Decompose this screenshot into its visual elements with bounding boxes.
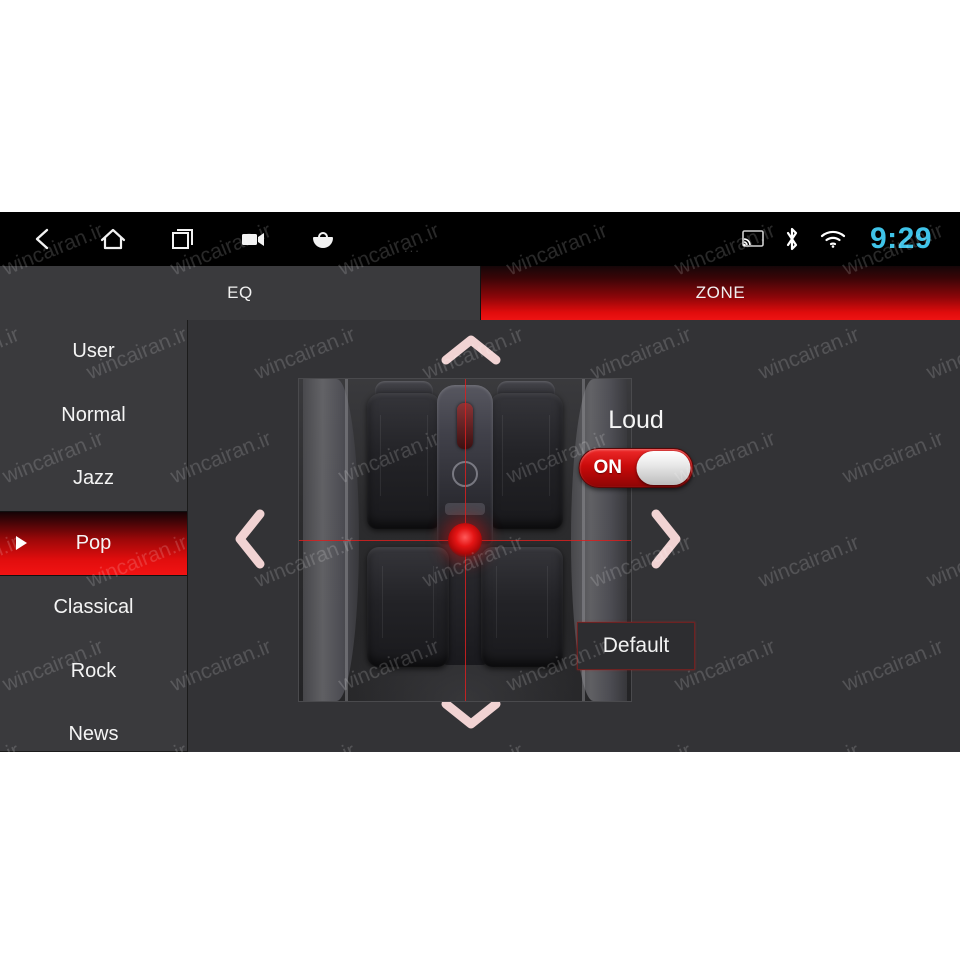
tab-zone[interactable]: ZONE: [481, 266, 960, 320]
watermark-text: wincairan.ir: [419, 114, 527, 177]
watermark-text: wincairan.ir: [251, 114, 359, 177]
preset-item-user[interactable]: User: [0, 320, 187, 384]
preset-label: Pop: [75, 531, 112, 554]
wifi-icon: [820, 229, 846, 249]
watermark-text: wincairan.ir: [335, 842, 443, 905]
loudness-label: Loud: [608, 406, 664, 434]
apps-icon[interactable]: [306, 222, 340, 256]
watermark-text: wincairan.ir: [755, 114, 863, 177]
watermark-text: wincairan.ir: [839, 842, 947, 905]
tab-eq[interactable]: EQ: [0, 266, 481, 320]
content-area: User Normal Jazz Pop Classical Rock News…: [0, 320, 960, 752]
head-unit-screen: ... 9:29 EQ ZONE User Normal Jazz Pop Cl…: [0, 212, 960, 752]
back-icon[interactable]: [26, 222, 60, 256]
preset-item-classical[interactable]: Classical: [0, 576, 187, 640]
eq-preset-list: User Normal Jazz Pop Classical Rock News: [0, 320, 188, 752]
home-icon[interactable]: [96, 222, 130, 256]
preset-item-news[interactable]: News: [0, 703, 187, 752]
zone-controls: Loud ON Default: [500, 320, 772, 752]
video-icon[interactable]: [236, 222, 270, 256]
watermark-text: wincairan.ir: [0, 114, 23, 177]
loudness-state-text: ON: [593, 457, 623, 478]
watermark-text: wincairan.ir: [671, 842, 779, 905]
recents-icon[interactable]: [166, 222, 200, 256]
watermark-text: wincairan.ir: [335, 10, 443, 73]
watermark-text: wincairan.ir: [503, 842, 611, 905]
watermark-text: wincairan.ir: [167, 10, 275, 73]
preset-label: Normal: [61, 403, 126, 426]
system-status-icons: 9:29: [742, 212, 932, 266]
navigation-bar: [26, 212, 340, 266]
status-clock: 9:29: [869, 222, 932, 255]
watermark-text: wincairan.ir: [0, 842, 107, 905]
preset-label: Rock: [70, 659, 117, 682]
toggle-knob[interactable]: [636, 451, 691, 485]
preset-item-normal[interactable]: Normal: [0, 384, 187, 448]
selected-marker-icon: [16, 536, 27, 551]
seat-front-left: [367, 393, 441, 529]
preset-label: News: [68, 723, 119, 746]
preset-item-jazz[interactable]: Jazz: [0, 447, 187, 511]
chevron-up-icon[interactable]: [440, 332, 502, 368]
watermark-text: wincairan.ir: [83, 114, 191, 177]
seat-rear-left: [367, 547, 449, 667]
watermark-text: wincairan.ir: [671, 10, 779, 73]
preset-item-pop[interactable]: Pop: [0, 510, 187, 576]
sound-focus-hotspot[interactable]: [448, 523, 482, 557]
watermark-text: wincairan.ir: [839, 10, 947, 73]
preset-label: Classical: [53, 596, 134, 619]
loudness-toggle[interactable]: ON: [578, 448, 694, 488]
bluetooth-icon: [782, 226, 802, 252]
watermark-text: wincairan.ir: [167, 842, 275, 905]
overflow-dots: ...: [404, 240, 421, 255]
watermark-text: wincairan.ir: [0, 10, 107, 73]
android-status-bar: ... 9:29: [0, 212, 960, 266]
watermark-text: wincairan.ir: [503, 10, 611, 73]
watermark-text: wincairan.ir: [923, 114, 960, 177]
mode-tabs: EQ ZONE: [0, 266, 960, 320]
preset-label: Jazz: [72, 467, 115, 490]
watermark-text: wincairan.ir: [587, 114, 695, 177]
chevron-left-icon[interactable]: [232, 508, 268, 570]
cast-icon: [742, 230, 764, 248]
preset-label: User: [72, 340, 115, 363]
default-button[interactable]: Default: [577, 622, 695, 670]
preset-item-rock[interactable]: Rock: [0, 640, 187, 704]
